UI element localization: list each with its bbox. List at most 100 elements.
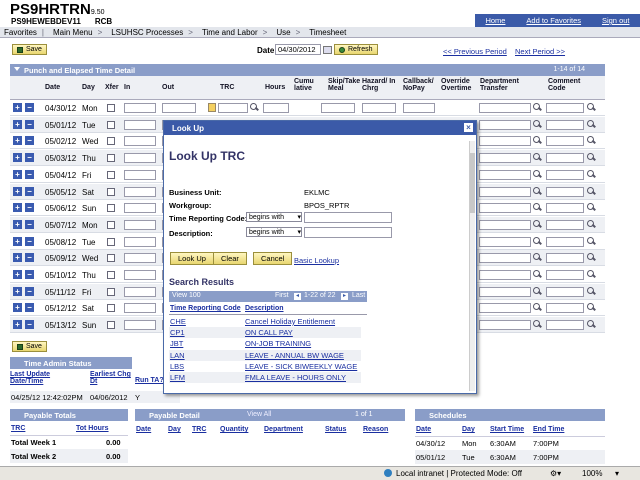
detail-department-header[interactable]: Department xyxy=(264,426,303,433)
previous-period-link[interactable]: << Previous Period xyxy=(443,47,507,56)
nav-lsuhsc-processes[interactable]: LSUHSC Processes xyxy=(111,28,183,37)
in-input[interactable] xyxy=(124,253,156,264)
search-icon[interactable] xyxy=(587,203,596,212)
search-icon[interactable] xyxy=(533,169,542,179)
add-row-icon[interactable]: + xyxy=(13,253,22,263)
col-description[interactable]: Description xyxy=(245,305,284,312)
xfer-checkbox[interactable] xyxy=(107,120,115,129)
delete-row-icon[interactable]: − xyxy=(25,236,34,246)
add-row-icon[interactable]: + xyxy=(13,153,22,163)
detail-quantity-header[interactable]: Quantity xyxy=(220,426,248,433)
collapse-icon[interactable] xyxy=(14,67,20,71)
in-input[interactable] xyxy=(124,286,156,297)
zoom-level[interactable]: 100% xyxy=(582,469,602,478)
result-description[interactable]: Cancel Holiday Entitlement xyxy=(245,317,335,326)
payable-detail-header[interactable]: Payable Detail View All 1 of 1 xyxy=(135,409,405,421)
add-row-icon[interactable]: + xyxy=(13,186,22,196)
out-input[interactable] xyxy=(162,103,196,113)
schedule-start-header[interactable]: Start Time xyxy=(490,426,524,433)
delete-row-icon[interactable]: − xyxy=(25,186,34,196)
schedule-end-header[interactable]: End Time xyxy=(533,426,564,433)
result-row[interactable]: LBS LEAVE - SICK BIWEEKLY WAGE xyxy=(169,360,361,372)
result-description[interactable]: LEAVE - SICK BIWEEKLY WAGE xyxy=(245,362,357,371)
in-input[interactable] xyxy=(124,270,156,280)
trc-lookup-icon[interactable] xyxy=(208,103,216,112)
comment-code-input[interactable] xyxy=(546,119,584,130)
search-icon[interactable] xyxy=(587,253,596,262)
department-transfer-input[interactable] xyxy=(479,136,531,147)
result-description[interactable]: FMLA LEAVE - HOURS ONLY xyxy=(245,373,346,382)
department-transfer-input[interactable] xyxy=(479,203,531,214)
delete-row-icon[interactable]: − xyxy=(25,203,34,213)
comment-code-input[interactable] xyxy=(546,103,584,113)
search-icon[interactable] xyxy=(533,253,542,262)
delete-row-icon[interactable]: − xyxy=(25,303,34,313)
search-icon[interactable] xyxy=(533,203,542,212)
look-up-button[interactable]: Look Up xyxy=(170,252,214,265)
next-arrow-icon[interactable]: ▸ xyxy=(341,293,348,300)
hazard-select[interactable] xyxy=(362,103,396,113)
result-row[interactable]: CP1 ON CALL PAY xyxy=(169,327,361,339)
comment-code-input[interactable] xyxy=(546,169,584,180)
add-to-favorites-link[interactable]: Add to Favorites xyxy=(526,16,581,25)
result-row[interactable]: CHE Cancel Holiday Entitlement xyxy=(169,316,361,327)
detail-status-header[interactable]: Status xyxy=(325,426,346,433)
result-description[interactable]: LEAVE - ANNUAL BW WAGE xyxy=(245,351,344,360)
skip-take-meal-select[interactable] xyxy=(321,103,355,113)
chevron-down-icon[interactable]: ▾ xyxy=(615,469,619,478)
trc-operator-select[interactable]: begins with ▾ xyxy=(246,212,302,222)
sign-out-link[interactable]: Sign out xyxy=(602,16,630,25)
add-row-icon[interactable]: + xyxy=(13,203,22,213)
in-input[interactable] xyxy=(124,103,156,113)
xfer-checkbox[interactable] xyxy=(107,137,115,146)
time-admin-header[interactable]: Time Admin Status xyxy=(10,357,132,369)
save-button-bottom[interactable]: Save xyxy=(12,341,47,352)
search-icon[interactable] xyxy=(533,303,542,312)
result-row[interactable]: JBT ON-JOB TRAINING xyxy=(169,338,361,350)
xfer-checkbox[interactable] xyxy=(107,321,115,330)
search-icon[interactable] xyxy=(587,236,596,246)
search-icon[interactable] xyxy=(587,119,596,129)
xfer-checkbox[interactable] xyxy=(107,170,115,179)
delete-row-icon[interactable]: − xyxy=(25,270,34,279)
result-code[interactable]: LAN xyxy=(170,351,185,360)
xfer-checkbox[interactable] xyxy=(107,154,115,163)
search-icon[interactable] xyxy=(587,270,596,279)
add-row-icon[interactable]: + xyxy=(13,219,22,229)
trc-input[interactable] xyxy=(304,212,392,223)
in-input[interactable] xyxy=(124,169,156,180)
in-input[interactable] xyxy=(124,236,156,247)
search-icon[interactable] xyxy=(533,320,542,329)
run-ta-header[interactable]: Run TA? xyxy=(135,377,164,384)
nav-timesheet[interactable]: Timesheet xyxy=(309,28,346,37)
search-icon[interactable] xyxy=(587,219,596,229)
calendar-icon[interactable] xyxy=(323,46,332,54)
col-time-reporting-code[interactable]: Time Reporting Code xyxy=(170,305,241,312)
save-button-top[interactable]: Save xyxy=(12,44,47,55)
refresh-button[interactable]: Refresh xyxy=(334,44,378,55)
search-icon[interactable] xyxy=(587,320,596,329)
add-row-icon[interactable]: + xyxy=(13,270,22,279)
xfer-checkbox[interactable] xyxy=(107,271,115,279)
last-link[interactable]: Last xyxy=(352,292,365,299)
department-transfer-input[interactable] xyxy=(479,320,531,331)
search-icon[interactable] xyxy=(250,103,259,112)
department-transfer-input[interactable] xyxy=(479,303,531,314)
detail-date-header[interactable]: Date xyxy=(136,426,151,433)
delete-row-icon[interactable]: − xyxy=(25,286,34,296)
search-icon[interactable] xyxy=(587,136,596,145)
add-row-icon[interactable]: + xyxy=(13,286,22,296)
result-code[interactable]: CP1 xyxy=(170,328,185,337)
home-link[interactable]: Home xyxy=(485,16,505,25)
department-transfer-input[interactable] xyxy=(479,270,531,280)
schedules-header[interactable]: Schedules xyxy=(415,409,605,421)
search-icon[interactable] xyxy=(533,153,542,162)
xfer-checkbox[interactable] xyxy=(107,187,115,196)
result-row[interactable]: LFM FMLA LEAVE - HOURS ONLY xyxy=(169,372,361,383)
comment-code-input[interactable] xyxy=(546,303,584,314)
department-transfer-input[interactable] xyxy=(479,186,531,197)
search-icon[interactable] xyxy=(587,286,596,296)
add-row-icon[interactable]: + xyxy=(13,119,22,129)
result-row[interactable]: LAN LEAVE - ANNUAL BW WAGE xyxy=(169,349,361,361)
nav-time-and-labor[interactable]: Time and Labor xyxy=(202,28,258,37)
